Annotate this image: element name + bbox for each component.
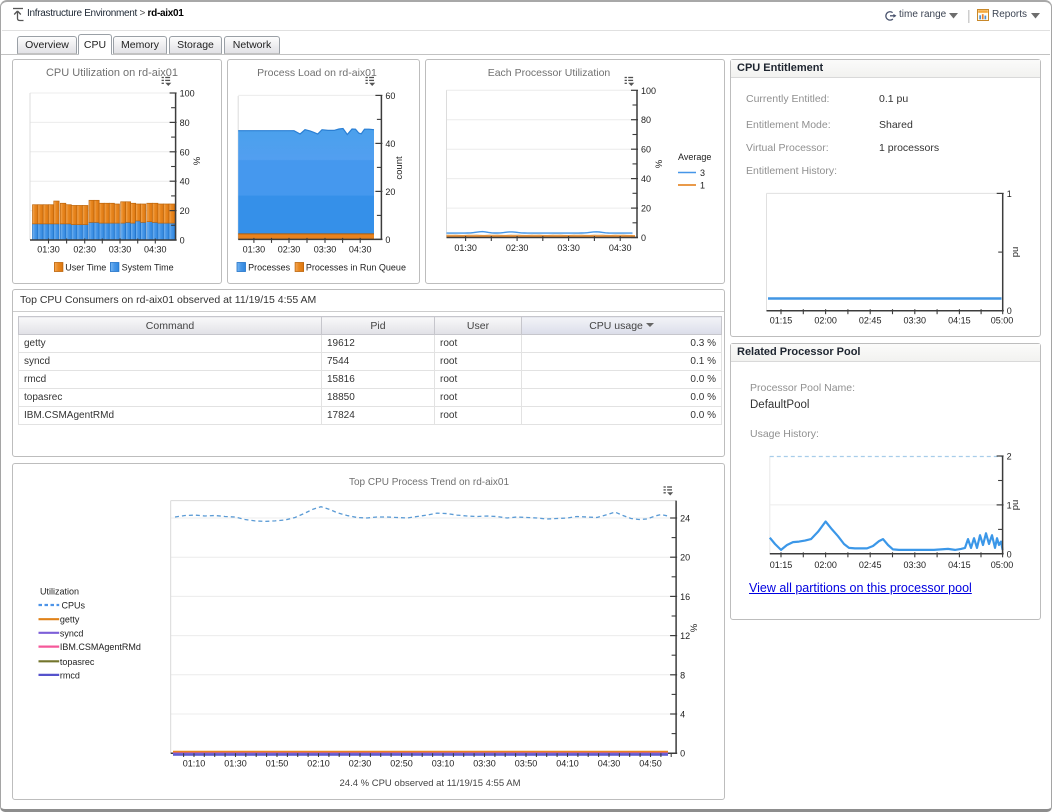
svg-text:05:00: 05:00 (991, 560, 1014, 570)
svg-text:02:30: 02:30 (73, 245, 96, 255)
svg-text:20: 20 (641, 204, 651, 214)
svg-text:01:30: 01:30 (243, 245, 266, 255)
svg-text:20: 20 (680, 553, 690, 563)
svg-text:Processes in Run Queue: Processes in Run Queue (306, 263, 406, 273)
svg-text:topasrec: topasrec (60, 657, 95, 667)
svg-text:Utilization: Utilization (40, 587, 79, 597)
svg-text:02:10: 02:10 (307, 759, 330, 769)
svg-text:02:30: 02:30 (506, 243, 529, 253)
svg-text:40: 40 (180, 177, 190, 187)
svg-text:01:15: 01:15 (770, 560, 793, 570)
svg-text:4: 4 (680, 710, 685, 720)
svg-text:04:30: 04:30 (349, 245, 372, 255)
svg-text:01:10: 01:10 (183, 759, 206, 769)
svg-text:%: % (654, 159, 665, 168)
svg-text:40: 40 (385, 139, 395, 149)
svg-text:syncd: syncd (60, 628, 84, 638)
svg-text:CPU Utilization on rd-aix01: CPU Utilization on rd-aix01 (46, 67, 178, 79)
svg-text:8: 8 (680, 670, 685, 680)
svg-text:04:50: 04:50 (639, 759, 662, 769)
svg-text:01:50: 01:50 (266, 759, 289, 769)
svg-text:getty: getty (60, 615, 80, 625)
svg-text:System Time: System Time (122, 263, 174, 273)
svg-text:CPUs: CPUs (62, 601, 86, 611)
svg-text:100: 100 (641, 86, 656, 96)
svg-text:40: 40 (641, 174, 651, 184)
svg-text:01:30: 01:30 (37, 245, 60, 255)
svg-text:24: 24 (680, 514, 690, 524)
svg-text:pu: pu (1010, 500, 1021, 511)
svg-text:count: count (394, 156, 405, 180)
svg-text:02:45: 02:45 (859, 316, 882, 326)
svg-text:0: 0 (1007, 549, 1012, 559)
svg-text:0: 0 (180, 236, 185, 246)
svg-text:%: % (689, 623, 700, 632)
svg-text:02:50: 02:50 (390, 759, 413, 769)
svg-text:%: % (192, 156, 203, 165)
svg-text:04:30: 04:30 (598, 759, 621, 769)
svg-text:02:00: 02:00 (814, 560, 837, 570)
svg-text:Process Load on rd-aix01: Process Load on rd-aix01 (257, 67, 377, 79)
svg-text:02:30: 02:30 (278, 245, 301, 255)
svg-text:0: 0 (385, 235, 390, 245)
svg-text:20: 20 (180, 206, 190, 216)
svg-text:80: 80 (180, 118, 190, 128)
svg-text:04:30: 04:30 (144, 245, 167, 255)
svg-text:04:15: 04:15 (948, 560, 971, 570)
svg-text:04:10: 04:10 (556, 759, 579, 769)
svg-text:60: 60 (641, 145, 651, 155)
svg-text:02:45: 02:45 (859, 560, 882, 570)
svg-text:rmcd: rmcd (60, 670, 80, 680)
svg-text:1: 1 (700, 181, 705, 191)
svg-text:100: 100 (180, 89, 195, 99)
svg-text:IBM.CSMAgentRMd: IBM.CSMAgentRMd (60, 642, 141, 652)
svg-text:04:15: 04:15 (948, 316, 971, 326)
svg-text:01:30: 01:30 (454, 243, 477, 253)
svg-text:16: 16 (680, 592, 690, 602)
svg-text:02:30: 02:30 (349, 759, 372, 769)
svg-text:03:50: 03:50 (515, 759, 538, 769)
svg-text:1: 1 (1007, 189, 1012, 199)
svg-text:03:30: 03:30 (473, 759, 496, 769)
svg-text:03:30: 03:30 (314, 245, 337, 255)
svg-text:03:30: 03:30 (557, 243, 580, 253)
svg-text:03:10: 03:10 (432, 759, 455, 769)
svg-text:pu: pu (1010, 247, 1021, 258)
svg-text:03:30: 03:30 (904, 316, 927, 326)
svg-text:24.4 % CPU observed at 11/19/1: 24.4 % CPU observed at 11/19/15 4:55 AM (340, 778, 521, 789)
svg-text:60: 60 (385, 91, 395, 101)
svg-text:02:00: 02:00 (814, 316, 837, 326)
svg-text:03:30: 03:30 (904, 560, 927, 570)
svg-text:03:30: 03:30 (109, 245, 132, 255)
svg-text:01:15: 01:15 (770, 316, 793, 326)
svg-text:20: 20 (385, 187, 395, 197)
svg-text:80: 80 (641, 115, 651, 125)
svg-text:0: 0 (641, 233, 646, 243)
svg-text:05:00: 05:00 (991, 316, 1014, 326)
svg-text:Processes: Processes (248, 263, 291, 273)
svg-text:Top CPU Process Trend on rd-ai: Top CPU Process Trend on rd-aix01 (349, 477, 510, 488)
svg-text:01:30: 01:30 (224, 759, 247, 769)
svg-text:3: 3 (700, 168, 705, 178)
svg-text:Each Processor Utilization: Each Processor Utilization (488, 67, 611, 79)
svg-text:60: 60 (180, 147, 190, 157)
svg-text:04:30: 04:30 (609, 243, 632, 253)
svg-text:Average: Average (678, 152, 711, 162)
svg-text:2: 2 (1007, 452, 1012, 462)
svg-text:User Time: User Time (65, 263, 106, 273)
svg-text:0: 0 (680, 749, 685, 759)
